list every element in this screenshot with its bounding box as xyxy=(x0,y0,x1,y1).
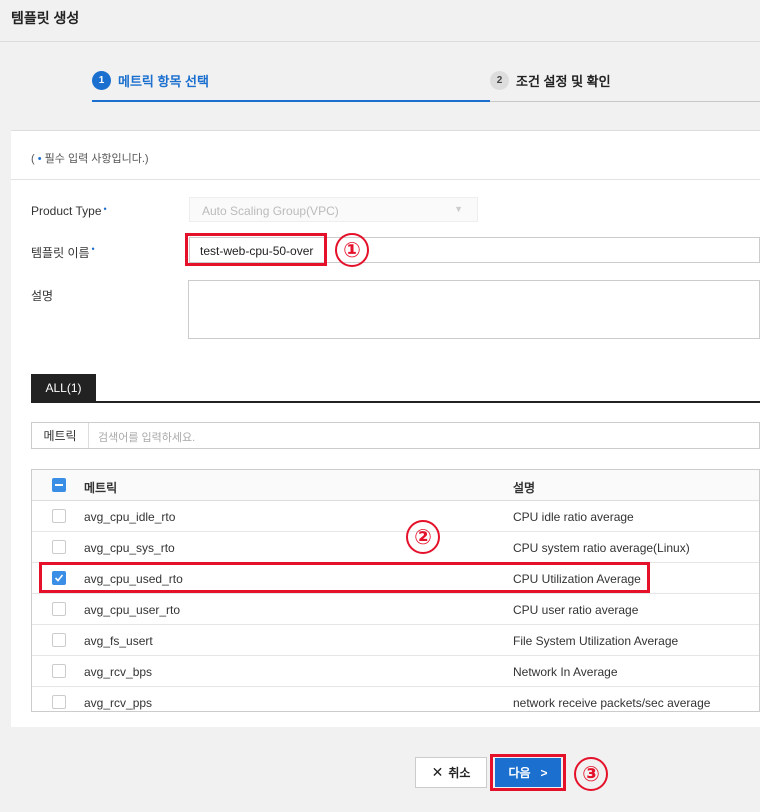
step-2-label: 조건 설정 및 확인 xyxy=(516,74,611,89)
next-button[interactable]: 다음 > xyxy=(495,758,561,787)
product-type-value: Auto Scaling Group(VPC) xyxy=(202,204,339,218)
product-type-select[interactable]: Auto Scaling Group(VPC) ▼ xyxy=(189,197,478,222)
row-description: CPU user ratio average xyxy=(513,603,639,617)
row-metric: avg_cpu_user_rto xyxy=(84,603,181,617)
table-row[interactable]: avg_cpu_user_rto CPU user ratio average xyxy=(32,594,759,625)
table-row[interactable]: avg_fs_usert File System Utilization Ave… xyxy=(32,625,759,656)
product-type-label-text: Product Type xyxy=(31,204,102,218)
step-2[interactable]: 2 조건 설정 및 확인 xyxy=(490,60,760,102)
row-metric: avg_cpu_sys_rto xyxy=(84,541,175,555)
cancel-label: 취소 xyxy=(448,766,471,780)
row-checkbox[interactable] xyxy=(52,509,66,523)
row-description: File System Utilization Average xyxy=(513,634,679,648)
required-mark: • xyxy=(91,244,95,254)
table-row[interactable]: avg_cpu_sys_rto CPU system ratio average… xyxy=(32,532,759,563)
chevron-right-icon: > xyxy=(540,765,548,780)
table-row[interactable]: avg_rcv_bps Network In Average xyxy=(32,656,759,687)
callout-template-name xyxy=(185,233,327,266)
step-1-label: 메트릭 항목 선택 xyxy=(118,73,209,89)
row-description: Network In Average xyxy=(513,665,618,679)
product-type-label: Product Type • xyxy=(31,204,107,218)
chevron-down-icon: ▼ xyxy=(454,204,463,214)
callout-selected-metric xyxy=(39,562,650,593)
next-label: 다음 xyxy=(508,766,531,780)
required-note: ( • 필수 입력 사항입니다.) xyxy=(31,150,149,166)
table-header-row: 메트릭 설명 xyxy=(32,470,759,501)
step-1[interactable]: 1 메트릭 항목 선택 xyxy=(92,60,490,102)
table-row[interactable]: avg_cpu_idle_rto CPU idle ratio average xyxy=(32,501,759,532)
search-input[interactable]: 검색어를 입력하세요. xyxy=(98,429,195,445)
description-label: 설명 xyxy=(31,289,54,303)
tab-all[interactable]: ALL(1) xyxy=(31,374,96,401)
close-icon: ✕ xyxy=(431,764,444,780)
row-description: network receive packets/sec average xyxy=(513,696,711,710)
row-checkbox[interactable] xyxy=(52,540,66,554)
step-2-number: 2 xyxy=(490,71,509,90)
header-metric: 메트릭 xyxy=(84,481,118,495)
row-checkbox[interactable] xyxy=(52,602,66,616)
step-1-number: 1 xyxy=(92,70,111,90)
row-checkbox[interactable] xyxy=(52,664,66,678)
tab-underline xyxy=(31,401,760,403)
row-description: CPU idle ratio average xyxy=(513,510,634,524)
template-name-label: 템플릿 이름 • xyxy=(31,244,95,261)
template-name-label-text: 템플릿 이름 xyxy=(31,246,90,260)
step-badge-1: ① xyxy=(335,233,369,267)
row-metric: avg_rcv_pps xyxy=(84,696,153,710)
divider xyxy=(11,179,760,180)
page-header: 템플릿 생성 xyxy=(0,0,760,42)
cancel-button[interactable]: ✕ 취소 xyxy=(415,757,487,788)
search-category-label[interactable]: 메트릭 xyxy=(32,423,89,448)
row-metric: avg_rcv_bps xyxy=(84,665,153,679)
row-metric: avg_cpu_idle_rto xyxy=(84,510,176,524)
step-indicator: 1 메트릭 항목 선택 2 조건 설정 및 확인 xyxy=(0,60,760,102)
step-badge-3: ③ xyxy=(574,757,608,791)
metric-search: 메트릭 검색어를 입력하세요. xyxy=(31,422,760,449)
row-checkbox[interactable] xyxy=(52,695,66,709)
required-note-text: 필수 입력 사항입니다.) xyxy=(41,153,149,165)
header-description: 설명 xyxy=(513,481,536,495)
required-note-prefix: ( xyxy=(31,153,38,165)
row-metric: avg_fs_usert xyxy=(84,634,153,648)
minus-icon xyxy=(55,484,63,486)
table-row[interactable]: avg_rcv_pps network receive packets/sec … xyxy=(32,687,759,711)
page-title: 템플릿 생성 xyxy=(11,10,80,26)
form-panel: ( • 필수 입력 사항입니다.) Product Type • Auto Sca… xyxy=(11,130,760,727)
required-mark: • xyxy=(103,204,107,214)
description-textarea[interactable] xyxy=(188,280,760,339)
select-all-checkbox[interactable] xyxy=(52,478,66,492)
row-description: CPU system ratio average(Linux) xyxy=(513,541,690,555)
step-badge-2: ② xyxy=(406,520,440,554)
row-checkbox[interactable] xyxy=(52,633,66,647)
